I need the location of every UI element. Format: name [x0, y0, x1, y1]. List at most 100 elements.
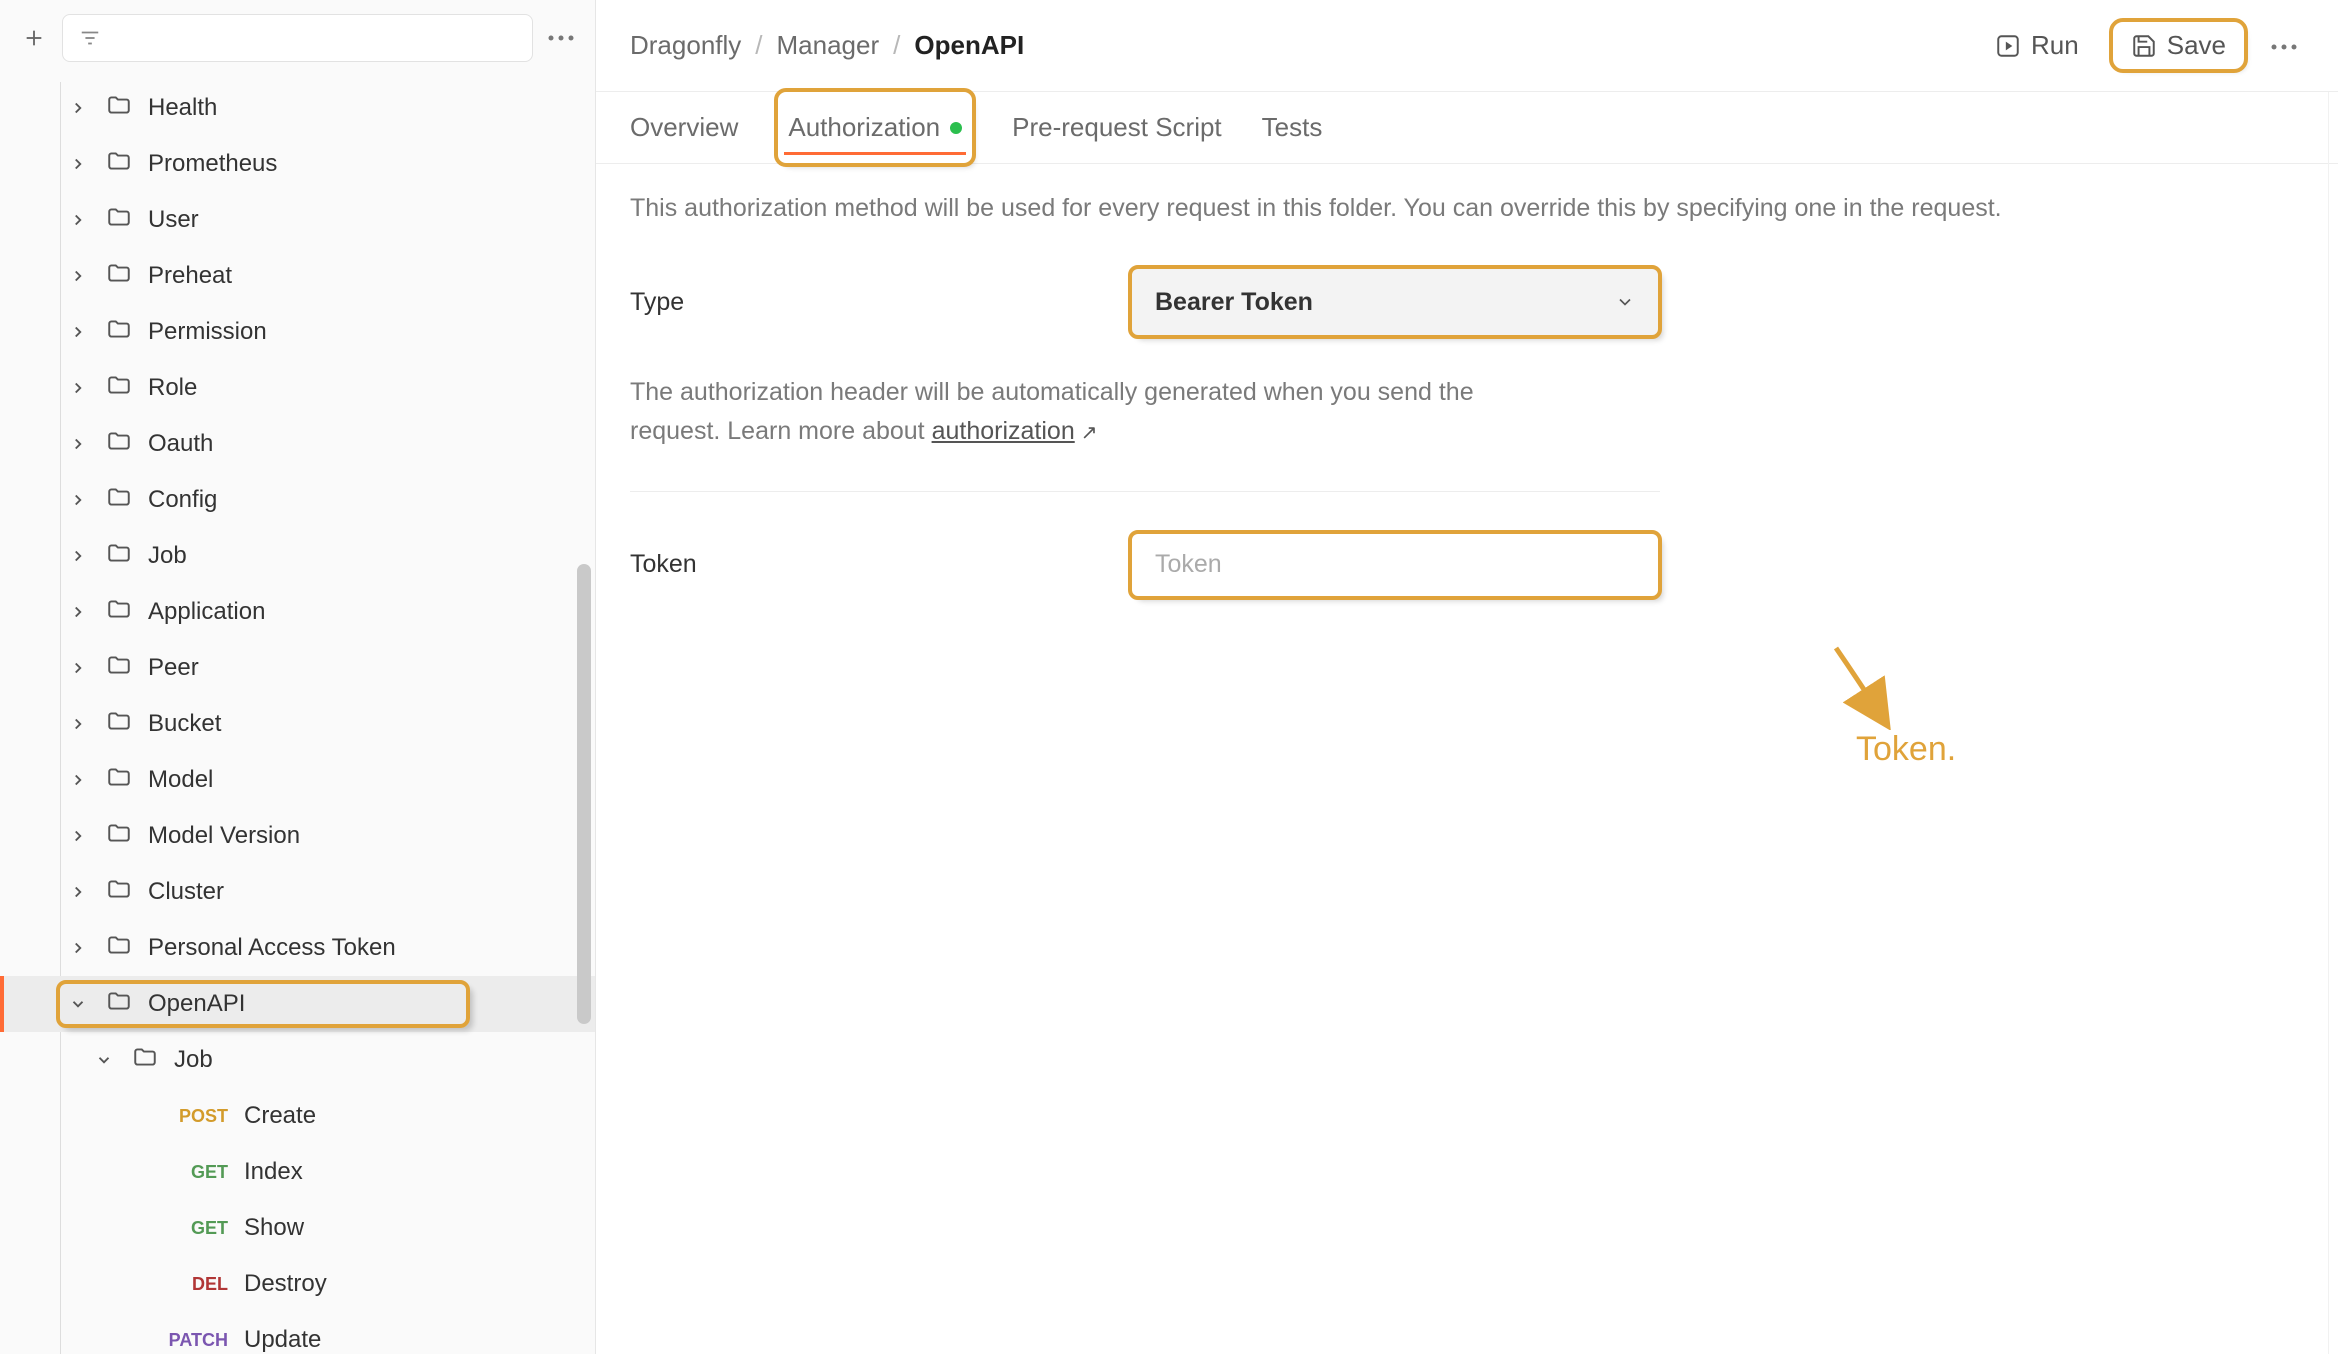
authorization-link[interactable]: authorization [932, 417, 1075, 445]
chevron-right-icon[interactable] [66, 771, 90, 789]
run-button[interactable]: Run [1981, 22, 2093, 69]
auth-hint: This authorization method will be used f… [630, 194, 2304, 223]
method-badge: GET [158, 1218, 228, 1239]
right-edge-border [2328, 92, 2338, 1354]
save-button[interactable]: Save [2113, 22, 2244, 69]
tab-authorization[interactable]: Authorization [778, 92, 972, 163]
sidebar-item-job[interactable]: Job [0, 528, 595, 584]
sidebar-item-label: Prometheus [148, 150, 277, 178]
method-badge: PATCH [158, 1330, 228, 1351]
chevron-right-icon[interactable] [66, 491, 90, 509]
folder-icon [106, 148, 132, 181]
request-create[interactable]: POSTCreate [0, 1088, 595, 1144]
sidebar-item-label: OpenAPI [148, 990, 245, 1018]
sidebar-item-label: Job [148, 542, 187, 570]
breadcrumb-separator: / [893, 30, 900, 61]
sidebar-item-user[interactable]: User [0, 192, 595, 248]
chevron-right-icon[interactable] [66, 603, 90, 621]
folder-icon [106, 92, 132, 125]
chevron-right-icon[interactable] [66, 435, 90, 453]
main-panel: Dragonfly / Manager / OpenAPI Run Save [596, 0, 2338, 1354]
sidebar-item-permission[interactable]: Permission [0, 304, 595, 360]
request-update[interactable]: PATCHUpdate [0, 1312, 595, 1354]
breadcrumb-root[interactable]: Dragonfly [630, 30, 741, 61]
sidebar-item-prometheus[interactable]: Prometheus [0, 136, 595, 192]
folder-icon [106, 932, 132, 965]
folder-icon [106, 988, 132, 1021]
tab-overview[interactable]: Overview [630, 92, 738, 163]
chevron-right-icon[interactable] [66, 939, 90, 957]
method-badge: GET [158, 1162, 228, 1183]
sidebar-item-label: Personal Access Token [148, 934, 396, 962]
folder-icon [106, 484, 132, 517]
folder-icon [106, 204, 132, 237]
folder-icon [106, 260, 132, 293]
sidebar-item-model-version[interactable]: Model Version [0, 808, 595, 864]
sidebar-item-label: Application [148, 598, 265, 626]
chevron-right-icon[interactable] [66, 547, 90, 565]
sidebar-item-label: Cluster [148, 878, 224, 906]
sidebar-item-openapi-job[interactable]: Job [0, 1032, 595, 1088]
chevron-right-icon[interactable] [66, 715, 90, 733]
save-icon [2131, 33, 2157, 59]
request-show[interactable]: GETShow [0, 1200, 595, 1256]
tab-tests[interactable]: Tests [1262, 92, 1323, 163]
folder-icon [106, 428, 132, 461]
chevron-right-icon[interactable] [66, 211, 90, 229]
folder-icon [106, 540, 132, 573]
tabs: Overview Authorization Pre-request Scrip… [596, 92, 2338, 164]
sidebar-item-cluster[interactable]: Cluster [0, 864, 595, 920]
sidebar-item-label: Oauth [148, 430, 213, 458]
chevron-right-icon[interactable] [66, 99, 90, 117]
folder-icon [106, 372, 132, 405]
folder-icon [132, 1044, 158, 1077]
chevron-right-icon[interactable] [66, 883, 90, 901]
sidebar-item-label: Permission [148, 318, 267, 346]
chevron-right-icon[interactable] [66, 659, 90, 677]
type-label: Type [630, 288, 1130, 317]
request-destroy[interactable]: DEL Destroy [0, 1256, 595, 1312]
sidebar-item-personal-access-token[interactable]: Personal Access Token [0, 920, 595, 976]
request-index[interactable]: GET Index [0, 1144, 595, 1200]
chevron-right-icon[interactable] [66, 827, 90, 845]
sidebar-item-model[interactable]: Model [0, 752, 595, 808]
scrollbar-thumb[interactable] [577, 564, 591, 1024]
tab-prerequest[interactable]: Pre-request Script [1012, 92, 1222, 163]
chevron-down-icon[interactable] [92, 1051, 116, 1069]
sidebar-item-role[interactable]: Role [0, 360, 595, 416]
auth-type-select[interactable]: Bearer Token [1130, 267, 1660, 337]
token-input[interactable] [1130, 532, 1660, 598]
external-link-icon: ↗ [1081, 422, 1098, 444]
chevron-right-icon[interactable] [66, 267, 90, 285]
chevron-right-icon[interactable] [66, 155, 90, 173]
filter-input[interactable] [62, 14, 533, 62]
breadcrumb-mid[interactable]: Manager [777, 30, 880, 61]
main-more-button[interactable] [2264, 32, 2304, 60]
breadcrumb-separator: / [755, 30, 762, 61]
auth-type-value: Bearer Token [1155, 288, 1313, 317]
sidebar-item-bucket[interactable]: Bucket [0, 696, 595, 752]
play-icon [1995, 33, 2021, 59]
method-badge: DEL [158, 1274, 228, 1295]
request-name: Destroy [244, 1270, 327, 1298]
chevron-down-icon[interactable] [66, 995, 90, 1013]
sidebar-more-button[interactable] [543, 20, 579, 56]
sidebar-item-label: Peer [148, 654, 199, 682]
status-dot-icon [950, 122, 962, 134]
add-button[interactable] [16, 20, 52, 56]
sidebar-item-openapi[interactable]: OpenAPI [0, 976, 595, 1032]
sidebar-item-config[interactable]: Config [0, 472, 595, 528]
sidebar-item-preheat[interactable]: Preheat [0, 248, 595, 304]
sidebar-tree[interactable]: Health Prometheus UserPreheat Permission Rol… [0, 76, 595, 1354]
sidebar-item-oauth[interactable]: Oauth [0, 416, 595, 472]
folder-icon [106, 652, 132, 685]
annotation-token: Token. [1856, 730, 1956, 769]
chevron-right-icon[interactable] [66, 323, 90, 341]
sidebar-item-health[interactable]: Health [0, 80, 595, 136]
sidebar-item-application[interactable]: Application [0, 584, 595, 640]
sidebar-item-label: Config [148, 486, 217, 514]
sidebar-item-peer[interactable]: Peer [0, 640, 595, 696]
chevron-right-icon[interactable] [66, 379, 90, 397]
breadcrumb-current: OpenAPI [914, 30, 1024, 61]
request-name: Index [244, 1158, 303, 1186]
